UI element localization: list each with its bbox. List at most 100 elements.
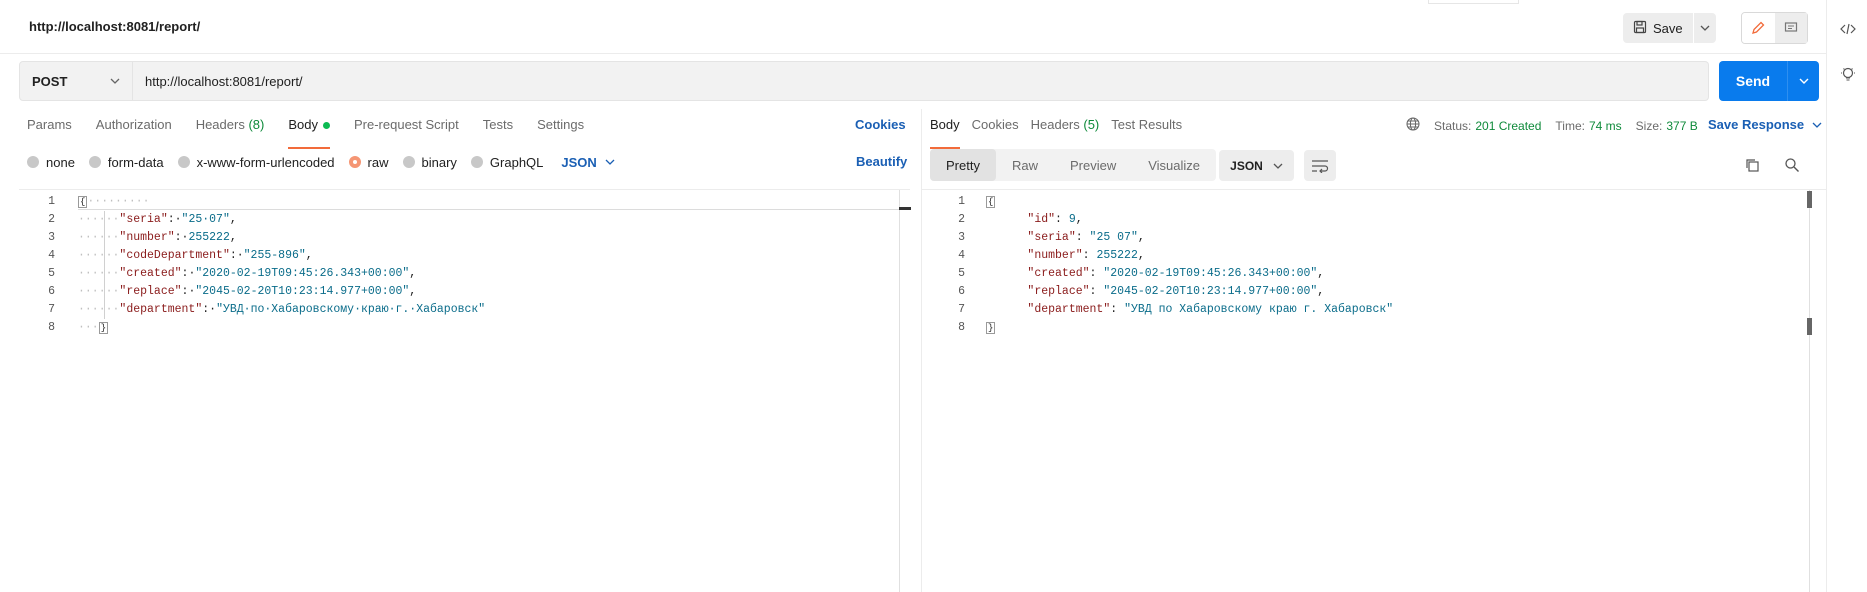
request-header-bar: http://localhost:8081/report/ Save (0, 0, 1826, 54)
tab-test-results[interactable]: Test Results (1111, 117, 1182, 141)
pencil-icon (1752, 21, 1765, 34)
code-line: "department": "УВД по Хабаровскому краю … (1027, 303, 1394, 316)
chevron-down-icon (1700, 25, 1710, 31)
line-number: 6 (958, 285, 965, 298)
tab-pre-request-script[interactable]: Pre-request Script (354, 117, 459, 141)
body-type-form-data[interactable]: form-data (88, 155, 164, 170)
tab-tests[interactable]: Tests (483, 117, 513, 141)
cookies-link[interactable]: Cookies (855, 117, 906, 132)
chevron-down-icon (1273, 163, 1283, 169)
line-number: 6 (48, 285, 55, 298)
code-line: ······"number":·255222, (78, 231, 237, 244)
radio (177, 156, 190, 168)
code-line: {········· (78, 195, 150, 208)
url-input[interactable]: http://localhost:8081/report/ (133, 61, 1709, 101)
code-line: } (986, 319, 996, 337)
text-cursor (899, 207, 911, 210)
request-editor-scrollbar[interactable] (899, 190, 900, 592)
tab-authorization[interactable]: Authorization (96, 117, 172, 141)
tab-body[interactable]: Body (288, 117, 330, 149)
chevron-down-icon (1812, 122, 1822, 128)
beautify-link[interactable]: Beautify (856, 154, 907, 169)
save-button[interactable]: Save (1623, 13, 1693, 43)
time-value[interactable]: 74 ms (1589, 119, 1622, 133)
response-format-select[interactable]: JSON (1219, 150, 1294, 181)
send-button[interactable]: Send (1719, 61, 1819, 101)
response-scroll-thumb[interactable] (1807, 191, 1812, 208)
tab-response-body[interactable]: Body (930, 117, 960, 149)
radio (402, 156, 415, 168)
line-number: 4 (958, 249, 965, 262)
body-type-graphql[interactable]: GraphQL (470, 155, 543, 170)
globe-icon[interactable] (1406, 117, 1420, 134)
line-number: 3 (48, 231, 55, 244)
save-options-button[interactable] (1694, 13, 1716, 43)
tab-params[interactable]: Params (27, 117, 72, 141)
line-number: 5 (48, 267, 55, 280)
radio (88, 156, 101, 168)
copy-icon[interactable] (1744, 157, 1760, 176)
search-icon[interactable] (1784, 157, 1800, 176)
response-scrollbar[interactable] (1809, 190, 1810, 592)
line-number: 4 (48, 249, 55, 262)
time-label: Time: (1555, 118, 1585, 133)
save-label: Save (1653, 20, 1683, 36)
body-type-binary[interactable]: binary (402, 155, 457, 170)
code-line: "seria": "25 07", (1027, 231, 1145, 244)
tab-response-cookies[interactable]: Cookies (972, 117, 1019, 141)
radio (470, 156, 483, 168)
code-line: "created": "2020-02-19T09:45:26.343+00:0… (1027, 267, 1325, 280)
save-icon (1633, 20, 1647, 37)
method-select[interactable]: POST (19, 61, 133, 101)
code-line: ······"department":·"УВД·по·Хабаровскому… (78, 303, 486, 316)
chevron-down-icon (110, 78, 120, 84)
code-line: { (986, 193, 996, 211)
line-number: 1 (48, 195, 55, 208)
edit-mode-button[interactable] (1742, 13, 1775, 43)
response-view-tabs: Pretty Raw Preview Visualize (930, 149, 1217, 181)
brace-open: { (986, 196, 996, 208)
body-type-none[interactable]: none (27, 155, 75, 170)
view-pretty[interactable]: Pretty (930, 149, 996, 181)
wrap-lines-button[interactable] (1304, 150, 1336, 181)
body-format-select[interactable]: JSON (561, 155, 615, 170)
body-type-urlencoded[interactable]: x-www-form-urlencoded (177, 155, 335, 170)
body-type-selector: none form-data x-www-form-urlencoded raw… (27, 153, 615, 171)
save-response-button[interactable]: Save Response (1708, 117, 1822, 132)
code-line: ······"codeDepartment":·"255-896", (78, 249, 313, 262)
comments-mode-button[interactable] (1774, 13, 1807, 43)
line-number: 8 (958, 321, 965, 334)
view-raw[interactable]: Raw (996, 149, 1054, 181)
response-headers-count: (5) (1083, 117, 1100, 132)
code-line: ······"created":·"2020-02-19T09:45:26.34… (78, 267, 417, 280)
right-sidebar (1826, 0, 1867, 592)
response-scroll-thumb-lower[interactable] (1807, 318, 1812, 335)
code-line: ···} (78, 321, 109, 334)
tab-response-headers[interactable]: Headers (5) (1031, 117, 1100, 141)
code-line: ······"seria":·"25·07", (78, 213, 237, 226)
view-preview[interactable]: Preview (1054, 149, 1132, 181)
tab-headers[interactable]: Headers (8) (196, 117, 265, 141)
tab-settings[interactable]: Settings (537, 117, 584, 141)
line-number: 7 (48, 303, 55, 316)
line-number: 2 (958, 213, 965, 226)
request-tabs: Params Authorization Headers (8) Body Pr… (27, 117, 608, 149)
line-number: 7 (958, 303, 965, 316)
code-line: ······"replace":·"2045-02-20T10:23:14.97… (78, 285, 417, 298)
wrap-lines-icon (1312, 159, 1329, 173)
send-options-button[interactable] (1788, 78, 1819, 84)
response-meta: Status: 201 Created Time: 74 ms Size: 37… (1406, 117, 1712, 134)
current-line-highlight (78, 209, 911, 210)
code-icon[interactable] (1840, 21, 1856, 37)
code-line: "id": 9, (1027, 213, 1083, 226)
lightbulb-icon[interactable] (1840, 67, 1856, 83)
active-tab-indicator (1428, 0, 1519, 4)
request-title[interactable]: http://localhost:8081/report/ (29, 19, 200, 34)
status-value[interactable]: 201 Created (1475, 119, 1541, 133)
brace-close: } (98, 322, 109, 334)
code-line: "replace": "2045-02-20T10:23:14.977+00:0… (1027, 285, 1325, 298)
size-value[interactable]: 377 B (1666, 119, 1697, 133)
view-visualize[interactable]: Visualize (1132, 149, 1216, 181)
body-type-raw[interactable]: raw (348, 155, 389, 170)
body-indicator-dot (322, 122, 330, 130)
